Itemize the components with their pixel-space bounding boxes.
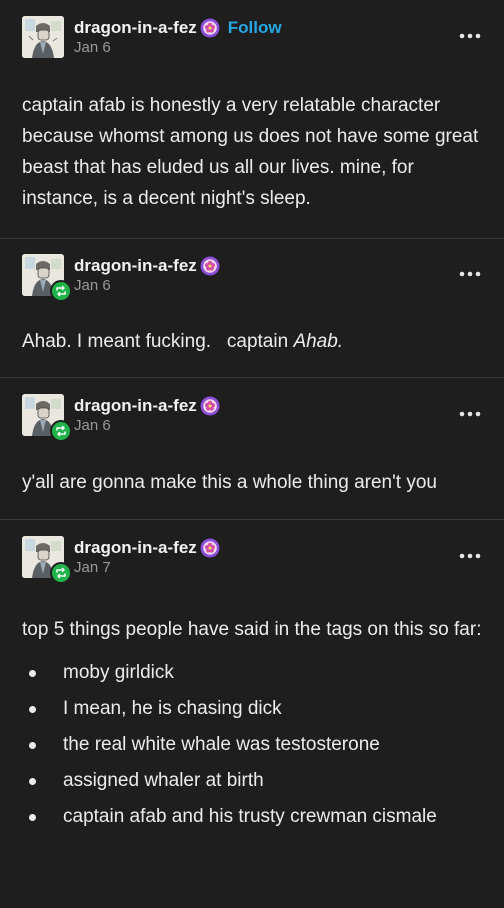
tag-quotes-list: moby girldick I mean, he is chasing dick… [22,657,492,832]
reblog-icon [50,562,72,584]
name-row: dragon-in-a-fez [74,395,220,417]
bullet-icon [29,742,36,749]
post-meta: dragon-in-a-fez Follow Jan 6 [74,17,282,57]
avatar[interactable] [22,16,64,58]
post-body: top 5 things people have said in the tag… [22,614,492,837]
post-date[interactable]: Jan 6 [74,417,220,435]
list-item: moby girldick [22,657,492,688]
post-date[interactable]: Jan 6 [74,39,282,57]
name-row: dragon-in-a-fez [74,537,220,559]
list-item-text: moby girldick [63,662,174,683]
purple-flower-badge-icon [200,256,220,276]
bullet-icon [29,814,36,821]
post-date[interactable]: Jan 7 [74,559,220,577]
reblog-icon [50,280,72,302]
post-divider [0,519,504,520]
more-options-icon[interactable] [458,26,482,46]
post-divider [0,238,504,239]
list-item-text: assigned whaler at birth [63,770,264,791]
list-item-text: the real white whale was testosterone [63,734,380,755]
more-options-icon[interactable] [458,546,482,566]
list-item: the real white whale was testosterone [22,729,492,760]
post-body: Ahab. I meant fucking. captain Ahab. [22,326,492,357]
purple-flower-badge-icon [200,396,220,416]
blog-name-link[interactable]: dragon-in-a-fez [74,396,197,415]
purple-flower-badge-icon [200,18,220,38]
name-row: dragon-in-a-fez Follow [74,17,282,39]
post-body: captain afab is honestly a very relatabl… [22,95,479,209]
list-item-text: I mean, he is chasing dick [63,698,282,719]
post-header: dragon-in-a-fez Jan 6 [22,394,482,442]
post-date[interactable]: Jan 6 [74,277,220,295]
list-item: I mean, he is chasing dick [22,693,492,724]
avatar-image [22,16,64,58]
post-body: y'all are gonna make this a whole thing … [22,472,437,493]
post-meta: dragon-in-a-fez Jan 6 [74,395,220,435]
post-body-intro: top 5 things people have said in the tag… [22,619,482,640]
post-header: dragon-in-a-fez Jan 7 [22,536,482,584]
post-header: dragon-in-a-fez Follow Jan 6 [22,16,482,62]
post-meta: dragon-in-a-fez Jan 6 [74,255,220,295]
post-body-italic: Ahab. [293,331,344,352]
reblog-icon [50,420,72,442]
post-divider [0,377,504,378]
bullet-icon [29,670,36,677]
purple-flower-badge-icon [200,538,220,558]
more-options-icon[interactable] [458,264,482,284]
bullet-icon [29,778,36,785]
blog-name-link[interactable]: dragon-in-a-fez [74,538,197,557]
blog-name-link[interactable]: dragon-in-a-fez [74,256,197,275]
blog-name-link[interactable]: dragon-in-a-fez [74,18,197,37]
bullet-icon [29,706,36,713]
post-header: dragon-in-a-fez Jan 6 [22,254,482,302]
post-meta: dragon-in-a-fez Jan 7 [74,537,220,577]
more-options-icon[interactable] [458,404,482,424]
list-item-text: captain afab and his trusty crewman cism… [63,806,437,827]
name-row: dragon-in-a-fez [74,255,220,277]
follow-button[interactable]: Follow [228,18,282,37]
post-body-text: Ahab. I meant fucking. captain [22,331,294,352]
list-item: assigned whaler at birth [22,765,492,796]
list-item: captain afab and his trusty crewman cism… [22,801,463,832]
